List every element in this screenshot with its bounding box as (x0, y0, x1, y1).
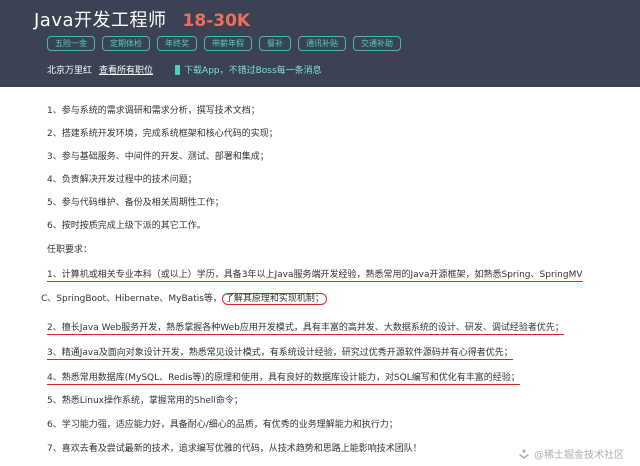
requirement-item: C、SpringBoot、Hibernate、MyBatis等， 了解其原理和实现… (41, 291, 327, 305)
benefit-tag: 五险一金 (47, 36, 95, 51)
company-row: 北京万里红 查看所有职位 下载App，不错过Boss每一条消息 (47, 63, 322, 76)
benefit-tag: 餐补 (259, 36, 291, 51)
requirement-1-highlight: 了解其原理和实现机制； (221, 293, 327, 305)
requirement-1-line-2: C、SpringBoot、Hibernate、MyBatis等， (41, 294, 222, 304)
benefit-tag: 交通补助 (353, 36, 401, 51)
responsibility-item: 6、按时按质完成上级下派的其它工作。 (47, 221, 206, 231)
responsibility-item: 1、参与系统的需求调研和需求分析，撰写技术文档； (47, 106, 260, 116)
app-promo-text: 下载App，不错过Boss每一条消息 (184, 66, 322, 76)
benefit-tag: 通讯补贴 (298, 36, 346, 51)
requirement-item: 5、熟悉Linux操作系统，掌握常用的Shell命令； (47, 396, 243, 406)
requirement-item: 7、喜欢去看及尝试最新的技术，追求编写优雅的代码，从技术趋势和思路上能影响技术团… (47, 444, 422, 454)
requirement-item: 4、熟悉常用数据库(MySQL、Redis等)的原理和使用，具有良好的数据库设计… (47, 370, 520, 385)
job-header: Java开发工程师 18-30K 五险一金 定期体检 年终奖 带薪年假 餐补 通… (0, 0, 640, 87)
requirement-item: 2、擅长Java Web服务开发，熟悉掌握各种Web应用开发模式，具有丰富的高并… (47, 320, 564, 335)
responsibility-item: 3、参与基础服务、中间件的开发、测试、部署和集成； (47, 152, 269, 162)
phone-icon (175, 64, 181, 75)
responsibility-item: 5、参与代码维护、备份及相关周期性工作； (47, 198, 224, 208)
benefit-tag: 定期体检 (102, 36, 150, 51)
requirements-heading: 任职要求： (47, 245, 93, 255)
salary: 18-30K (182, 11, 251, 31)
app-download-link[interactable]: 下载App，不错过Boss每一条消息 (175, 63, 322, 76)
requirement-4: 4、熟悉常用数据库(MySQL、Redis等)的原理和使用，具有良好的数据库设计… (47, 373, 520, 385)
watermark: @稀土掘金技术社区 (518, 446, 624, 461)
job-title: Java开发工程师 (34, 10, 167, 31)
requirement-item: 3、精通Java及面向对象设计开发，熟悉常见设计模式，有系统设计经验，研究过优秀… (47, 345, 513, 360)
requirement-1-line-1: 1、计算机或相关专业本科（或以上）学历，具备3年以上Java服务端开发经验，熟悉… (47, 270, 583, 282)
benefit-tag: 带薪年假 (204, 36, 252, 51)
benefit-tags: 五险一金 定期体检 年终奖 带薪年假 餐补 通讯补贴 交通补助 (47, 36, 401, 51)
responsibility-item: 4、负责解决开发过程中的技术问题； (47, 175, 197, 185)
responsibility-item: 2、搭建系统开发环境，完成系统框架和核心代码的实现； (47, 129, 278, 139)
all-jobs-link[interactable]: 查看所有职位 (99, 63, 153, 76)
title-row: Java开发工程师 18-30K (34, 6, 251, 31)
requirement-item: 6、学习能力强，适应能力好，具备耐心/细心的品质，有优秀的业务理解能力和执行力； (47, 420, 398, 430)
benefit-tag: 年终奖 (157, 36, 197, 51)
requirement-item: 1、计算机或相关专业本科（或以上）学历，具备3年以上Java服务端开发经验，熟悉… (47, 267, 583, 282)
requirement-2: 2、擅长Java Web服务开发，熟悉掌握各种Web应用开发模式，具有丰富的高并… (47, 323, 564, 335)
requirement-3: 3、精通Java及面向对象设计开发，熟悉常见设计模式，有系统设计经验，研究过优秀… (47, 348, 513, 360)
watermark-text: @稀土掘金技术社区 (534, 450, 624, 461)
job-description: 1、参与系统的需求调研和需求分析，撰写技术文档； 2、搭建系统开发环境，完成系统… (0, 87, 640, 466)
company-name: 北京万里红 (47, 66, 93, 76)
juejin-logo-icon (519, 448, 529, 459)
